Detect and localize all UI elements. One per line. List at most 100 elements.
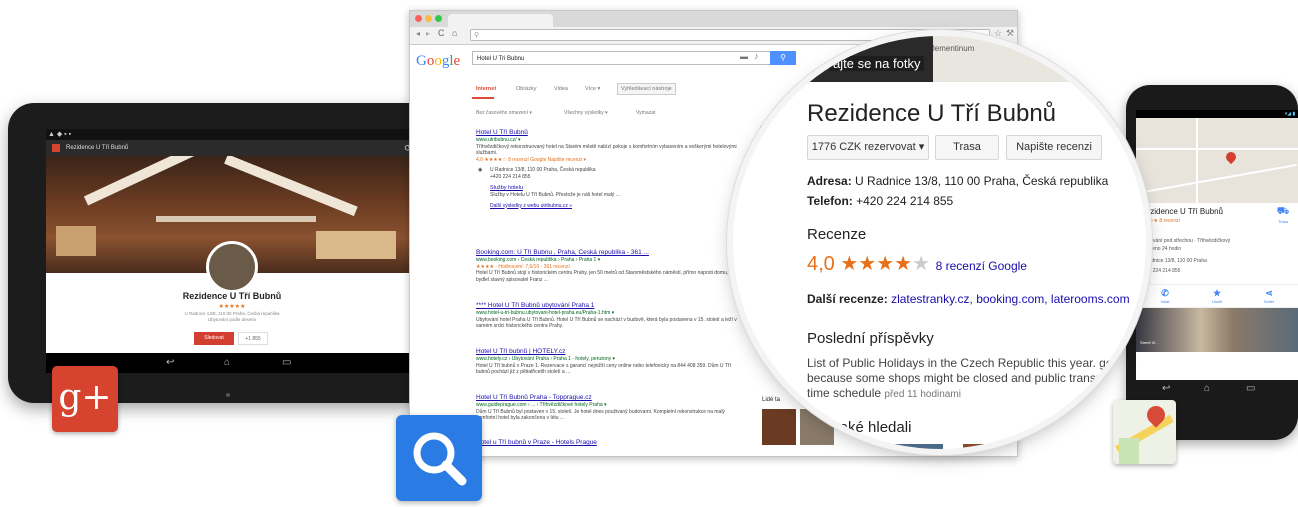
phone-screen: ▾◢ ▮ Rezidence U Tří Bubnů ★★★★ 8 recenz… xyxy=(1136,110,1298,380)
rating-row: 4,0 ★★★★★ 8 recenzí Google xyxy=(807,251,1027,276)
street-view-label: Street Vi... xyxy=(1140,340,1159,345)
result-title[interactable]: Hotel U Tří Bubnů xyxy=(476,129,746,137)
google-logo[interactable]: Google xyxy=(416,53,460,70)
forward-icon[interactable]: ▸ xyxy=(426,29,430,38)
save-button[interactable]: ★ Uložit xyxy=(1202,288,1232,304)
address-row: Adresa: U Radnice 13/8, 110 00 Praha, Če… xyxy=(807,174,1137,188)
map-road xyxy=(1136,148,1298,150)
map-area xyxy=(1119,438,1139,464)
back-icon[interactable]: ◂ xyxy=(416,29,420,38)
other-reviews-row: Další recenze: zlatestranky.cz, booking.… xyxy=(807,292,1137,306)
sitelink[interactable]: Služby hotelu xyxy=(490,184,746,192)
phone-info-line: Ubytování pod střechou · Třihvězdičkový xyxy=(1140,238,1231,244)
phone-value[interactable]: +420 224 214 855 xyxy=(856,194,953,208)
browser-titlebar xyxy=(410,11,1017,27)
share-label: Sdílet xyxy=(1263,299,1275,304)
place-address: U Radnice 13/8, 110 00 Praha, Česká repu… xyxy=(146,311,318,323)
book-button[interactable]: 1776 CZK rezervovat ▾ xyxy=(807,135,929,160)
tab-internet[interactable]: Internet xyxy=(476,86,496,92)
post-line: List of Public Holidays in the Czech Rep… xyxy=(807,356,1126,370)
post-line-last: time schedule před 11 hodinami xyxy=(807,386,961,402)
tablet-status-bar: ▲ ◆ ▪ ▪ xyxy=(46,129,418,140)
phone-info-line: +420 224 214 855 xyxy=(1140,268,1181,274)
more-results-link[interactable]: Další výsledky z webu utribubnu.cz » xyxy=(490,202,746,210)
post-line: time schedule xyxy=(807,386,882,400)
result-title[interactable]: **** Hotel U Tří Bubnů ubytování Praha 1 xyxy=(476,302,746,310)
directions-button[interactable]: Trasa xyxy=(935,135,999,160)
phone-label: Telefon: xyxy=(807,194,853,208)
star-icon: ★ xyxy=(1212,288,1222,298)
reviews-link[interactable]: 8 recenzí Google xyxy=(936,259,1027,273)
post-time: před 11 hodinami xyxy=(884,389,961,400)
car-icon: ⛟ xyxy=(1276,206,1290,217)
phone-photos[interactable]: Street Vi... xyxy=(1136,308,1298,352)
roof-beam xyxy=(83,156,215,206)
tab-images[interactable]: Obrázky xyxy=(516,86,536,92)
phone-info-line: U Radnice 13/8, 110 00 Praha xyxy=(1140,258,1207,264)
phone-rating: ★★★★ 8 recenzí xyxy=(1140,218,1180,224)
search-result: Hotel U Tří Bubnů www.utribubnu.cz/ ▾ Tř… xyxy=(476,129,746,210)
google-plus-icon: g+ xyxy=(52,366,118,432)
browser-tab[interactable] xyxy=(448,14,553,27)
results-filter[interactable]: Všechny výsledky ▾ xyxy=(564,110,608,116)
reload-icon[interactable]: C xyxy=(438,28,445,38)
map-road xyxy=(1137,163,1297,195)
google-maps-icon xyxy=(1113,400,1176,464)
related-thumbnail[interactable] xyxy=(883,444,943,449)
write-review-button[interactable]: Napište recenzi xyxy=(1006,135,1102,160)
related-thumbnail[interactable] xyxy=(963,444,1023,449)
search-input[interactable]: Hotel U Tri Bubnu xyxy=(472,51,772,65)
time-filter[interactable]: Bez časového omezení ▾ xyxy=(476,110,532,116)
tab-more[interactable]: Více ▾ xyxy=(585,86,600,92)
save-label: Uložit xyxy=(1211,299,1222,304)
result-snippet: Ubytování hotel Praha U Tří Bubnů. Hotel… xyxy=(476,316,737,330)
result-title[interactable]: Booking.com: U Tří Bubnu , Praha, Česká … xyxy=(476,249,746,257)
maximize-icon[interactable] xyxy=(435,15,442,22)
minimize-icon[interactable] xyxy=(425,15,432,22)
result-phone: +420 224 214 855 xyxy=(490,173,531,180)
result-title[interactable]: Hotel U Tří Bubnů Praha - Topprague.cz xyxy=(476,394,746,402)
see-photos-label[interactable]: ajte se na fotky xyxy=(829,56,925,71)
roof-beam xyxy=(156,216,316,222)
follow-button[interactable]: Sledovat xyxy=(194,332,234,345)
other-reviews-links[interactable]: zlatestranky.cz, booking.com, laterooms.… xyxy=(891,292,1130,306)
tablet-screen: ▲ ◆ ▪ ▪ Rezidence U Tří Bubnů ⟳ Rezidenc… xyxy=(46,129,418,373)
sitelink-desc: Služby v Hotelu U Tří Bubnů. Přestože je… xyxy=(490,192,620,198)
tablet-app-title: Rezidence U Tří Bubnů xyxy=(66,145,129,151)
place-name: Rezidence U Tří Bubnů xyxy=(182,291,282,301)
sitelinks: Služby hotelu Služby v Hotelu U Tří Bubn… xyxy=(476,184,746,210)
result-title[interactable]: Hotel U Tří bubnů | HOTELY.cz xyxy=(476,348,746,356)
map-strip[interactable] xyxy=(933,36,1146,82)
rating-stars: ★★★★ xyxy=(840,253,913,275)
map-road xyxy=(1196,118,1198,203)
home-icon[interactable]: ⌂ xyxy=(452,28,457,38)
phone-row: Telefon: +420 224 214 855 xyxy=(807,194,1137,208)
map-pin-icon[interactable] xyxy=(1223,149,1239,165)
related-thumbnail[interactable] xyxy=(762,409,796,445)
close-icon[interactable] xyxy=(415,15,422,22)
home-icon[interactable]: ⌂ xyxy=(1204,383,1210,394)
plus-one-button[interactable]: +1 855 xyxy=(238,332,268,345)
route-button[interactable]: ⛟ Trasa xyxy=(1270,206,1296,224)
share-button[interactable]: ⋖ Sdílet xyxy=(1254,288,1284,304)
home-icon[interactable]: ⌂ xyxy=(224,357,230,368)
back-icon[interactable]: ↩ xyxy=(1162,383,1170,394)
search-result: Booking.com: U Tří Bubnu , Praha, Česká … xyxy=(476,249,746,283)
phone-place-name: Rezidence U Tří Bubnů xyxy=(1140,207,1224,216)
phone-device: ▾◢ ▮ Rezidence U Tří Bubnů ★★★★ 8 recenz… xyxy=(1126,85,1298,440)
call-button[interactable]: ✆ Volat xyxy=(1150,288,1180,304)
clear-filters[interactable]: Vymazat xyxy=(636,110,655,116)
search-result: **** Hotel U Tří Bubnů ubytování Praha 1… xyxy=(476,302,746,330)
tablet-sensor xyxy=(226,393,230,397)
result-title[interactable]: Hotel u Tří bubnů v Praze - Hotels Pragu… xyxy=(476,439,746,447)
map-place-label: lementinum xyxy=(933,44,975,53)
rating-empty-star: ★ xyxy=(912,253,931,275)
search-tools-button[interactable]: Vyhledávací nástroje xyxy=(617,83,676,95)
tab-videos[interactable]: Videa xyxy=(554,86,568,92)
magnified-knowledge-panel: ajte se na fotky lementinum Rezidence U … xyxy=(733,36,1146,449)
recents-icon[interactable]: ▭ xyxy=(1246,383,1255,394)
phone-map[interactable] xyxy=(1136,118,1298,203)
back-icon[interactable]: ↩ xyxy=(166,357,174,368)
recents-icon[interactable]: ▭ xyxy=(282,357,291,368)
bed xyxy=(316,231,396,259)
